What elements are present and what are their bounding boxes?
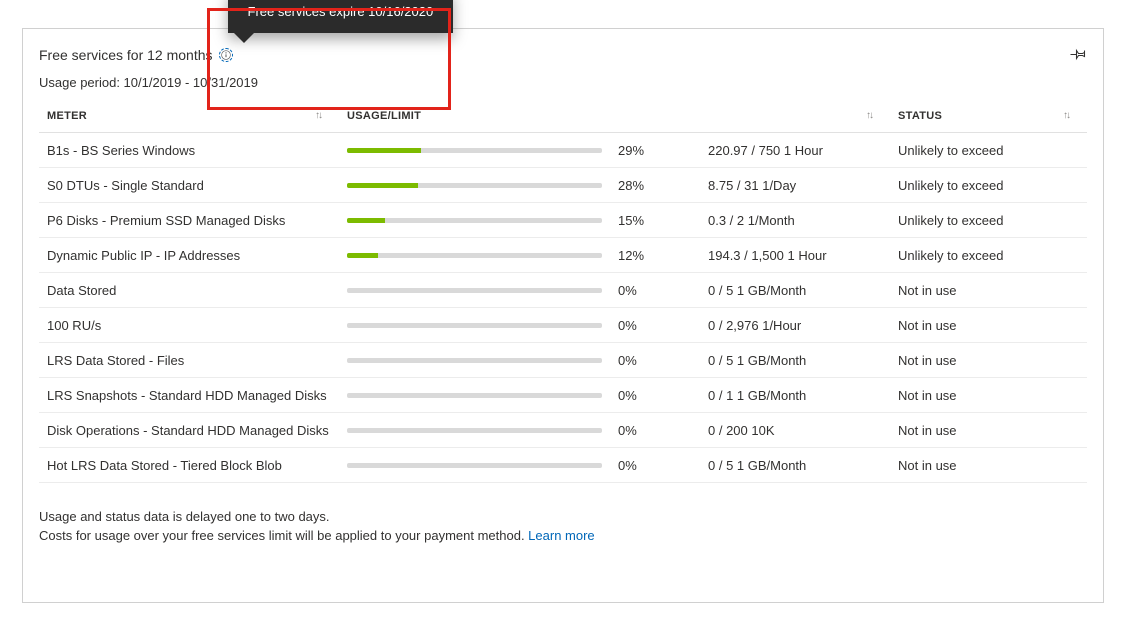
cell-limit: 0 / 2,976 1/Hour [700,308,890,343]
footer-line-2: Costs for usage over your free services … [39,527,1087,546]
cell-meter: Disk Operations - Standard HDD Managed D… [39,413,339,448]
progress-track [347,323,602,328]
column-header-limit[interactable]: ↑↓ [700,100,890,133]
footer-line-1: Usage and status data is delayed one to … [39,508,1087,527]
cell-limit: 0.3 / 2 1/Month [700,203,890,238]
progress-fill [347,148,421,153]
cell-status: Not in use [890,378,1087,413]
cell-usage-bar [339,413,610,448]
cell-limit: 220.97 / 750 1 Hour [700,133,890,168]
card-title-row: Free services for 12 months Free service… [39,47,1087,63]
table-row: LRS Data Stored - Files 0%0 / 5 1 GB/Mont… [39,343,1087,378]
progress-track [347,393,602,398]
cell-percent: 0% [610,343,700,378]
progress-track [347,358,602,363]
cell-usage-bar [339,273,610,308]
cell-limit: 0 / 5 1 GB/Month [700,448,890,483]
cell-meter: S0 DTUs - Single Standard [39,168,339,203]
cell-status: Not in use [890,308,1087,343]
cell-usage-bar [339,203,610,238]
usage-table: METER ↑↓ USAGE/LIMIT ↑↓ STATUS ↑↓ [39,100,1087,483]
cell-meter: LRS Data Stored - Files [39,343,339,378]
column-header-status[interactable]: STATUS ↑↓ [890,100,1087,133]
progress-track [347,183,602,188]
progress-fill [347,218,385,223]
cell-limit: 0 / 5 1 GB/Month [700,273,890,308]
table-header-row: METER ↑↓ USAGE/LIMIT ↑↓ STATUS ↑↓ [39,100,1087,133]
cell-meter: Data Stored [39,273,339,308]
cell-percent: 12% [610,238,700,273]
cell-status: Unlikely to exceed [890,168,1087,203]
cell-limit: 8.75 / 31 1/Day [700,168,890,203]
table-row: S0 DTUs - Single Standard 28%8.75 / 31 1/… [39,168,1087,203]
column-header-meter[interactable]: METER ↑↓ [39,100,339,133]
cell-limit: 0 / 200 10K [700,413,890,448]
table-row: Disk Operations - Standard HDD Managed D… [39,413,1087,448]
cell-usage-bar [339,168,610,203]
cell-meter: LRS Snapshots - Standard HDD Managed Dis… [39,378,339,413]
table-row: 100 RU/s 0%0 / 2,976 1/HourNot in use [39,308,1087,343]
progress-fill [347,253,378,258]
table-row: P6 Disks - Premium SSD Managed Disks 15%0… [39,203,1087,238]
cell-meter: B1s - BS Series Windows [39,133,339,168]
cell-usage-bar [339,343,610,378]
sort-icon: ↑↓ [315,110,321,121]
cell-percent: 0% [610,378,700,413]
sort-icon: ↑↓ [1063,110,1069,121]
usage-period: Usage period: 10/1/2019 - 10/31/2019 [39,75,1087,90]
footer-note: Usage and status data is delayed one to … [39,508,1087,546]
progress-track [347,148,602,153]
cell-status: Unlikely to exceed [890,133,1087,168]
progress-track [347,218,602,223]
cell-limit: 0 / 1 1 GB/Month [700,378,890,413]
cell-percent: 0% [610,413,700,448]
cell-status: Not in use [890,448,1087,483]
pin-icon[interactable] [1070,45,1087,65]
cell-meter: Dynamic Public IP - IP Addresses [39,238,339,273]
progress-track [347,253,602,258]
cell-status: Unlikely to exceed [890,203,1087,238]
table-row: B1s - BS Series Windows 29%220.97 / 750 1… [39,133,1087,168]
card-title: Free services for 12 months [39,47,213,63]
table-row: Data Stored 0%0 / 5 1 GB/MonthNot in use [39,273,1087,308]
cell-status: Not in use [890,413,1087,448]
cell-meter: 100 RU/s [39,308,339,343]
cell-percent: 28% [610,168,700,203]
cell-percent: 0% [610,448,700,483]
cell-percent: 15% [610,203,700,238]
cell-meter: P6 Disks - Premium SSD Managed Disks [39,203,339,238]
cell-limit: 194.3 / 1,500 1 Hour [700,238,890,273]
progress-fill [347,183,418,188]
column-header-usage[interactable]: USAGE/LIMIT [339,100,610,133]
cell-usage-bar [339,448,610,483]
cell-percent: 0% [610,308,700,343]
progress-track [347,288,602,293]
progress-track [347,428,602,433]
column-header-pct [610,100,700,133]
cell-limit: 0 / 5 1 GB/Month [700,343,890,378]
progress-track [347,463,602,468]
table-row: Dynamic Public IP - IP Addresses 12%194.3… [39,238,1087,273]
table-row: LRS Snapshots - Standard HDD Managed Dis… [39,378,1087,413]
cell-percent: 0% [610,273,700,308]
cell-usage-bar [339,308,610,343]
cell-status: Not in use [890,273,1087,308]
free-services-card: Free services for 12 months Free service… [22,28,1104,603]
cell-usage-bar [339,133,610,168]
sort-icon: ↑↓ [866,110,872,121]
cell-percent: 29% [610,133,700,168]
cell-usage-bar [339,378,610,413]
table-row: Hot LRS Data Stored - Tiered Block Blob 0… [39,448,1087,483]
table-scroll-region[interactable]: METER ↑↓ USAGE/LIMIT ↑↓ STATUS ↑↓ [39,100,1087,500]
info-tooltip: Free services expire 10/16/2020 [228,0,454,33]
cell-meter: Hot LRS Data Stored - Tiered Block Blob [39,448,339,483]
cell-usage-bar [339,238,610,273]
info-icon[interactable]: Free services expire 10/16/2020 [219,48,233,62]
cell-status: Not in use [890,343,1087,378]
cell-status: Unlikely to exceed [890,238,1087,273]
learn-more-link[interactable]: Learn more [528,528,594,543]
